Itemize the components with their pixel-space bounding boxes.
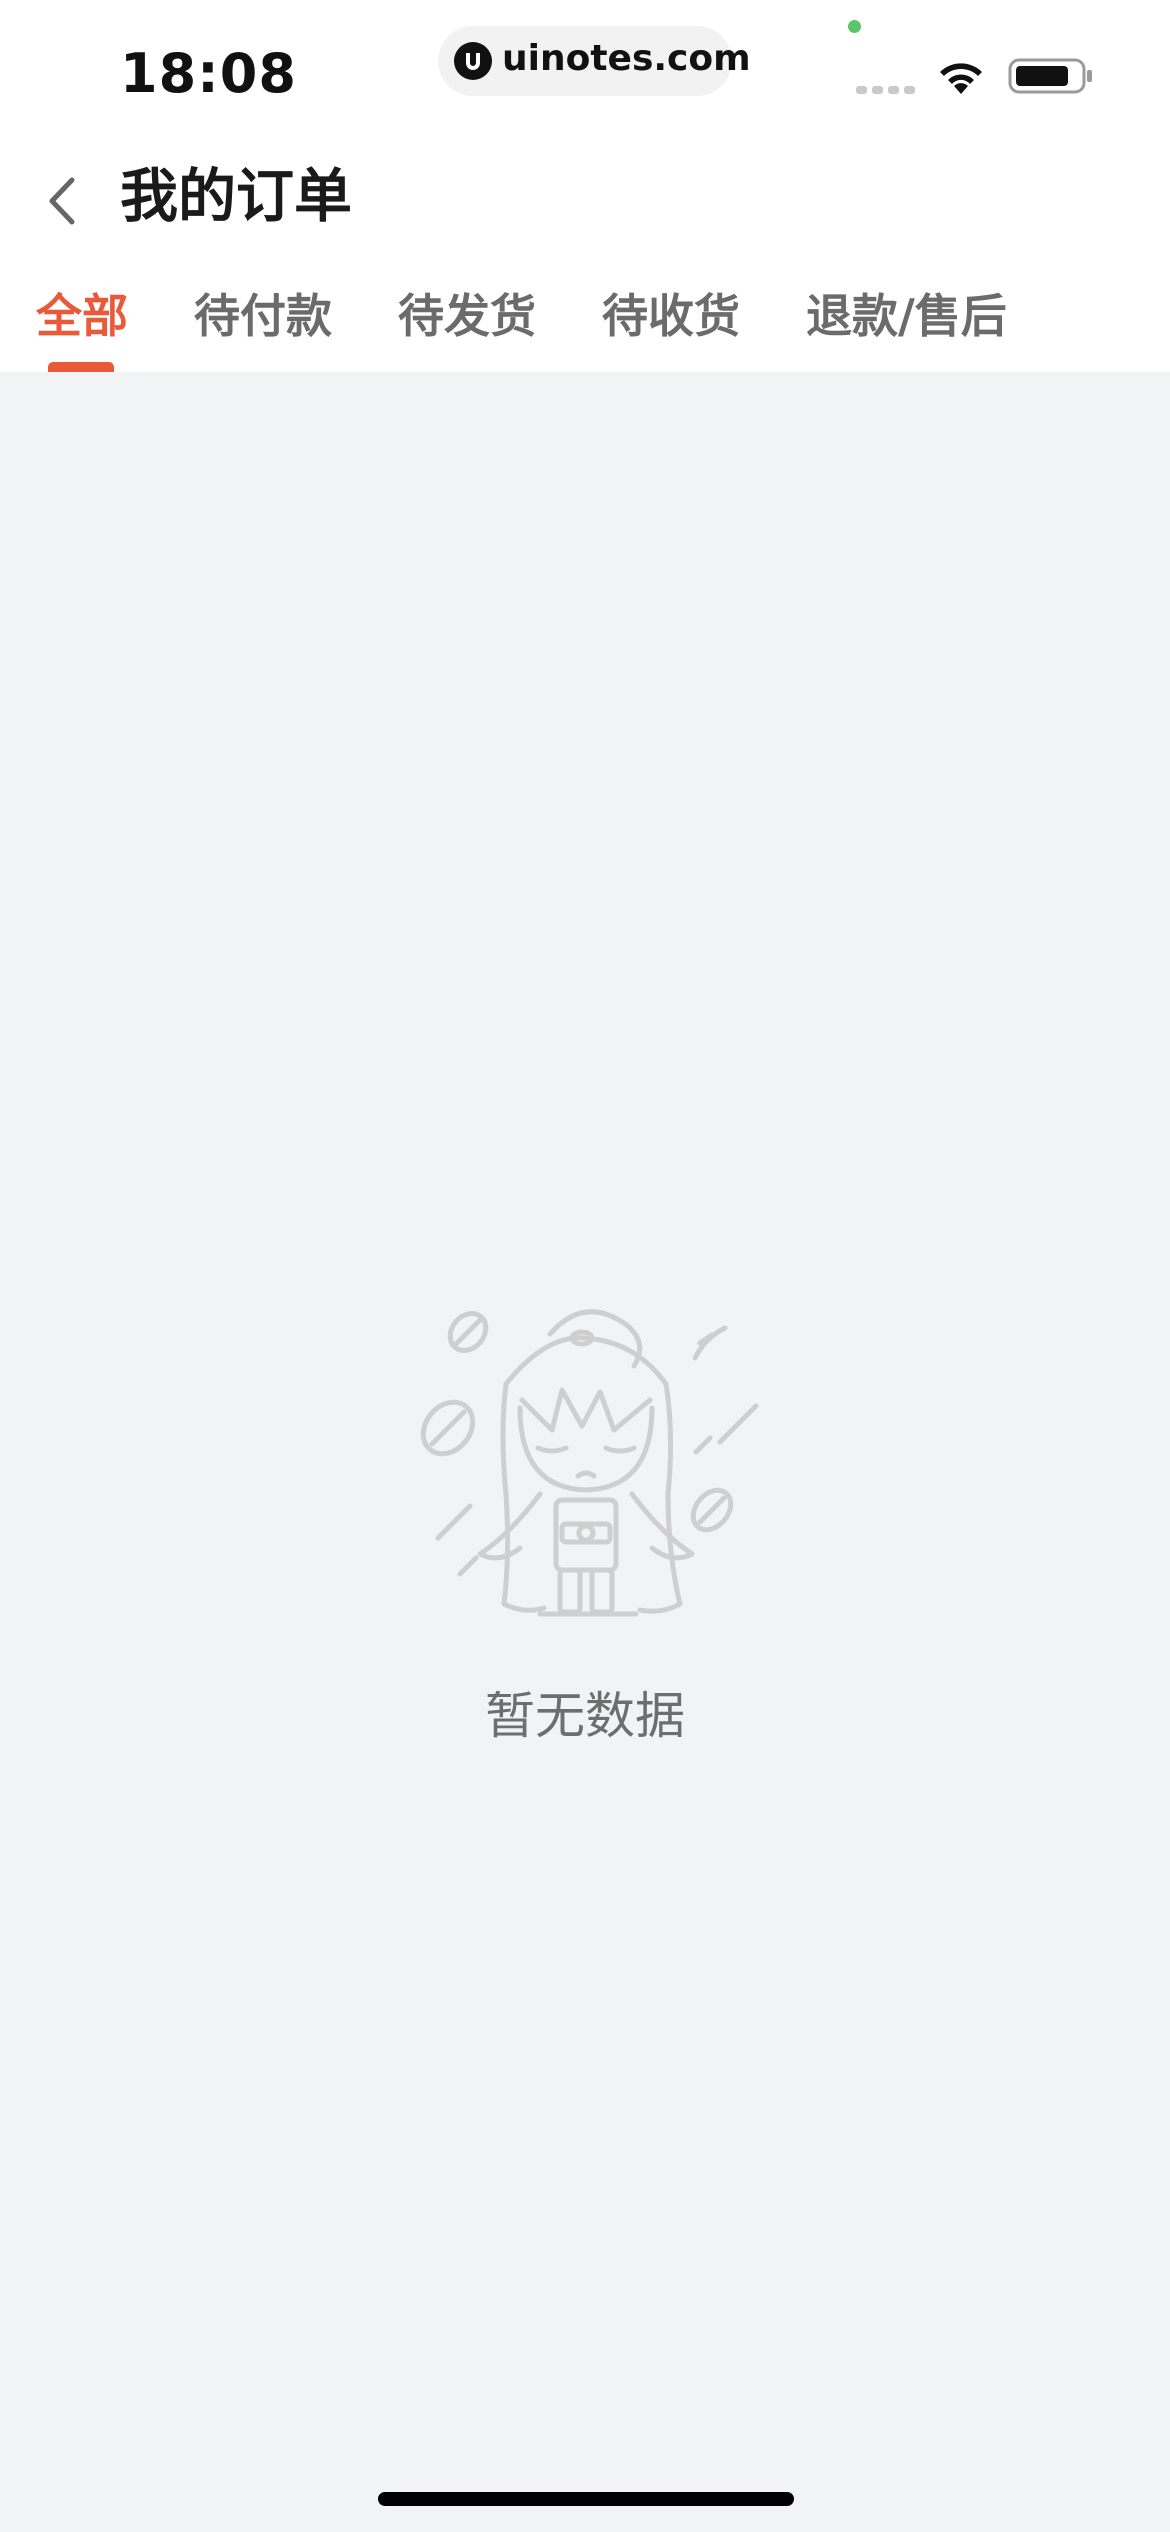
url-pill[interactable]: uinotes.com — [438, 26, 751, 96]
top-area: 18:08 uinotes.com 我的订单 全部 待付款 待发货 待收货 退款… — [0, 0, 1170, 372]
tab-pending-payment[interactable]: 待付款 — [194, 286, 332, 346]
back-arrow-icon[interactable] — [40, 170, 84, 232]
status-time: 18:08 — [120, 42, 297, 105]
home-indicator[interactable] — [378, 2492, 794, 2506]
page-title: 我的订单 — [120, 162, 353, 230]
url-text: uinotes.com — [502, 38, 751, 79]
battery-icon — [1008, 58, 1092, 94]
empty-character-illustration — [420, 1309, 759, 1617]
tab-refund-aftersale[interactable]: 退款/售后 — [806, 286, 1007, 346]
cellular-signal-icon — [856, 86, 915, 94]
site-logo-icon — [454, 42, 492, 80]
wifi-icon — [940, 63, 982, 94]
active-tab-indicator — [48, 362, 114, 372]
tab-all[interactable]: 全部 — [36, 286, 128, 346]
tab-pending-receipt[interactable]: 待收货 — [602, 286, 740, 346]
tab-pending-shipment[interactable]: 待发货 — [398, 286, 536, 346]
privacy-indicator-dot — [848, 20, 861, 33]
empty-state-message: 暂无数据 — [485, 1687, 685, 1745]
